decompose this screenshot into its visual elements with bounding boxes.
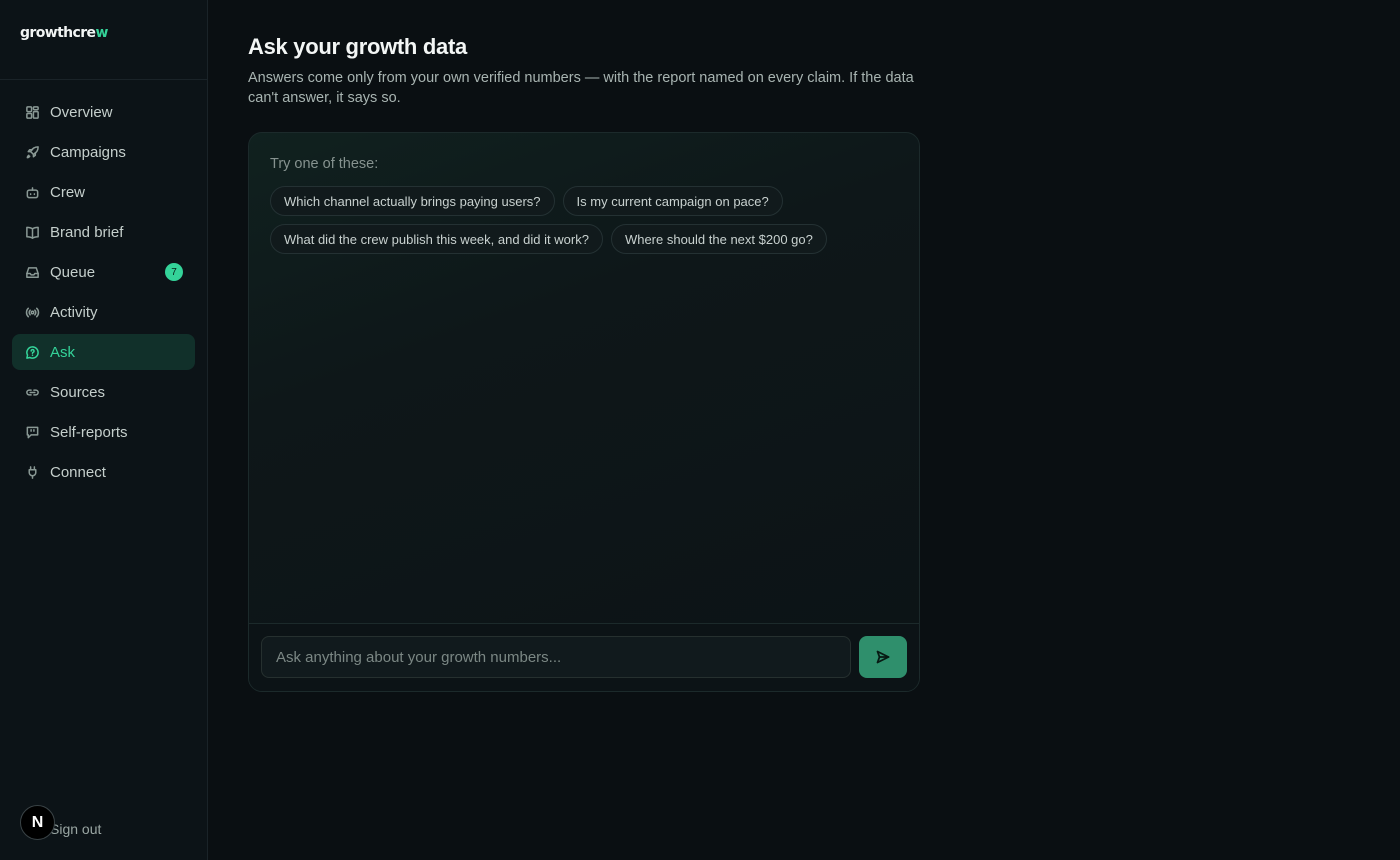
suggestion-chip[interactable]: What did the crew publish this week, and… <box>270 224 603 254</box>
composer <box>249 623 919 691</box>
brand-logo[interactable]: growthcrew <box>0 0 207 80</box>
sidebar-item-label: Crew <box>50 183 86 201</box>
sidebar-item-label: Campaigns <box>50 143 126 161</box>
inbox-icon <box>24 264 40 280</box>
sidebar-item-overview[interactable]: Overview <box>12 94 195 130</box>
queue-count-badge: 7 <box>165 263 183 281</box>
quote-icon <box>24 424 40 440</box>
sign-out-link[interactable]: Sign out <box>50 821 101 837</box>
grid-icon <box>24 104 40 120</box>
brand-name: growthcre <box>20 25 96 41</box>
ask-input[interactable] <box>261 636 851 678</box>
page-subtitle: Answers come only from your own verified… <box>248 70 914 106</box>
sidebar-item-brand-brief[interactable]: Brand brief <box>12 214 195 250</box>
sidebar-item-ask[interactable]: Ask <box>12 334 195 370</box>
sidebar-item-label: Ask <box>50 343 76 361</box>
sidebar-item-label: Connect <box>50 463 106 481</box>
sidebar-item-campaigns[interactable]: Campaigns <box>12 134 195 170</box>
sidebar-item-label: Activity <box>50 303 98 321</box>
sidebar-item-crew[interactable]: Crew <box>12 174 195 210</box>
sidebar-item-label: Brand brief <box>50 223 124 241</box>
sidebar-item-label: Sources <box>50 383 106 401</box>
send-button[interactable] <box>859 636 907 678</box>
plug-icon <box>24 464 40 480</box>
sidebar-item-activity[interactable]: Activity <box>12 294 195 330</box>
sidebar-item-connect[interactable]: Connect <box>12 454 195 490</box>
question-bubble-icon <box>24 344 40 360</box>
broadcast-icon <box>24 304 40 320</box>
avatar[interactable]: N <box>20 805 55 840</box>
sidebar-item-label: Overview <box>50 103 113 121</box>
rocket-icon <box>24 144 40 160</box>
sidebar-nav: Overview Campaigns Crew Brand brief Queu… <box>0 80 207 490</box>
send-icon <box>875 649 891 665</box>
book-icon <box>24 224 40 240</box>
sidebar-item-sources[interactable]: Sources <box>12 374 195 410</box>
sidebar-item-self-reports[interactable]: Self-reports <box>12 414 195 450</box>
suggestion-chip[interactable]: Is my current campaign on pace? <box>562 186 783 216</box>
suggestion-chip[interactable]: Where should the next $200 go? <box>610 224 827 254</box>
sidebar-item-queue[interactable]: Queue 7 <box>12 254 195 290</box>
sidebar: growthcrew Overview Campaigns Crew Brand… <box>0 0 208 860</box>
suggestions-label: Try one of these: <box>270 156 379 172</box>
brand-name-accent: w <box>95 25 108 41</box>
page-title: Ask your growth data <box>248 34 467 59</box>
link-icon <box>24 384 40 400</box>
sidebar-item-label: Queue <box>50 263 96 281</box>
chat-panel: Try one of these: Which channel actually… <box>248 132 920 692</box>
bot-icon <box>24 184 40 200</box>
suggestion-chip[interactable]: Which channel actually brings paying use… <box>270 186 555 216</box>
suggestion-chips: Which channel actually brings paying use… <box>270 186 910 262</box>
sidebar-item-label: Self-reports <box>50 423 128 441</box>
